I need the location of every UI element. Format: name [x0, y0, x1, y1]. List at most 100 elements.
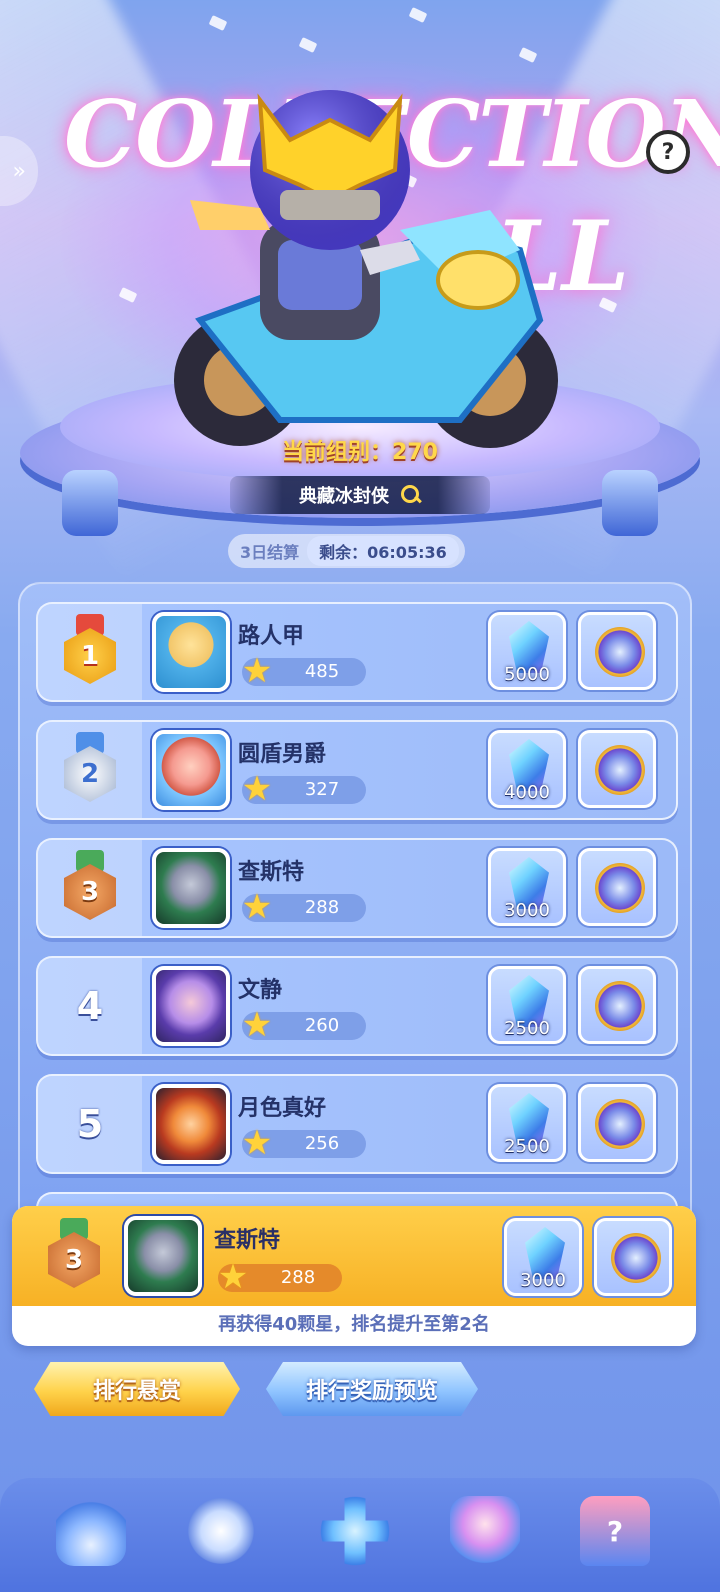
- nav-item-whistle[interactable]: [176, 1486, 266, 1576]
- frame-reward[interactable]: [578, 848, 656, 926]
- frame-reward[interactable]: [578, 730, 656, 808]
- gem-reward[interactable]: 4000: [488, 730, 566, 808]
- star-count: ★ 260: [242, 1006, 366, 1044]
- confetti: [298, 37, 318, 53]
- avatar[interactable]: [152, 1084, 230, 1164]
- star-icon: ★: [241, 651, 273, 691]
- avatar-frame-icon: [595, 863, 645, 913]
- player-name: 月色真好: [238, 1096, 327, 1121]
- rank-cell: 3: [38, 840, 142, 936]
- star-count: ★ 288: [242, 888, 366, 926]
- frame-reward[interactable]: [594, 1218, 672, 1296]
- rank-number: 4: [76, 984, 104, 1028]
- ranking-row[interactable]: 4 文静 ★ 260 2500: [36, 956, 678, 1056]
- nav-item-ranking[interactable]: [46, 1486, 136, 1576]
- confetti: [408, 7, 428, 23]
- stage-lamp-left: [62, 470, 118, 536]
- my-star-count: ★ 288: [218, 1258, 342, 1296]
- star-icon: ★: [241, 1123, 273, 1163]
- star-icon: ★: [241, 1005, 273, 1045]
- rank-up-hint: 再获得40颗星，排名提升至第2名: [218, 1314, 490, 1335]
- ranking-row[interactable]: 1 路人甲 ★ 485 5000: [36, 602, 678, 702]
- bronze-medal-icon: 3: [60, 850, 120, 926]
- gold-medal-icon: 1: [60, 614, 120, 690]
- group-label: 当前组别：270: [282, 440, 438, 465]
- avatar[interactable]: [152, 612, 230, 692]
- gem-reward-qty: 4000: [504, 782, 550, 803]
- rank-cell: 3: [34, 1216, 114, 1296]
- trophy-icon: [450, 1496, 520, 1566]
- stage-lamp-right: [602, 470, 658, 536]
- rank-bounty-button[interactable]: 排行悬赏: [34, 1362, 240, 1416]
- gem-reward-qty: 3000: [520, 1270, 566, 1291]
- star-count: ★ 327: [242, 770, 366, 808]
- star-value: 327: [304, 779, 340, 800]
- rank-cell: 4: [38, 958, 142, 1054]
- rank-cell: 2: [38, 722, 142, 818]
- star-value: 256: [304, 1133, 340, 1154]
- gem-reward-qty: 5000: [504, 664, 550, 685]
- star-count: ★ 485: [242, 652, 366, 690]
- rank-cell: 1: [38, 604, 142, 700]
- avatar[interactable]: [152, 848, 230, 928]
- rank-number: 5: [76, 1102, 104, 1146]
- frame-reward[interactable]: [578, 612, 656, 690]
- character-name: 典藏冰封侠: [299, 486, 389, 507]
- bronze-medal-icon: 3: [44, 1218, 104, 1294]
- star-icon: ★: [217, 1257, 249, 1297]
- avatar-frame-icon: [611, 1233, 661, 1283]
- gem-reward[interactable]: 2500: [488, 1084, 566, 1162]
- frame-reward[interactable]: [578, 966, 656, 1044]
- bottom-nav: ?: [0, 1478, 720, 1592]
- star-value: 485: [304, 661, 340, 682]
- gem-reward-qty: 3000: [504, 900, 550, 921]
- star-icon: ★: [241, 887, 273, 927]
- whistle-icon: [186, 1496, 256, 1566]
- gem-reward[interactable]: 5000: [488, 612, 566, 690]
- dpad-icon: [320, 1496, 390, 1566]
- my-avatar[interactable]: [124, 1216, 202, 1296]
- help-button[interactable]: ?: [646, 130, 690, 174]
- gem-reward[interactable]: 3000: [504, 1218, 582, 1296]
- character-name-bar[interactable]: 典藏冰封侠: [230, 476, 490, 514]
- nav-item-trophy[interactable]: [440, 1486, 530, 1576]
- ranking-row[interactable]: 3 查斯特 ★ 288 3000: [36, 838, 678, 938]
- frame-reward[interactable]: [578, 1084, 656, 1162]
- avatar[interactable]: [152, 730, 230, 810]
- player-name: 圆盾男爵: [238, 742, 327, 767]
- star-icon: ★: [241, 769, 273, 809]
- avatar-frame-icon: [595, 1099, 645, 1149]
- gem-reward[interactable]: 2500: [488, 966, 566, 1044]
- settlement-cycle: 3日结算: [240, 543, 300, 562]
- reward-preview-button[interactable]: 排行奖励预览: [266, 1362, 478, 1416]
- player-name: 文静: [238, 978, 283, 1003]
- search-icon[interactable]: [401, 485, 421, 505]
- star-value: 260: [304, 1015, 340, 1036]
- trophy-arrow-icon: [56, 1496, 126, 1566]
- gem-reward-qty: 2500: [504, 1136, 550, 1157]
- player-name: 查斯特: [238, 860, 305, 885]
- player-name: 路人甲: [238, 624, 305, 649]
- avatar-frame-icon: [595, 627, 645, 677]
- nav-item-game[interactable]: [310, 1486, 400, 1576]
- my-rank-row[interactable]: 3 查斯特 ★ 288 3000 再获得40颗星，排名提升至第2名: [12, 1206, 696, 1346]
- ranking-row[interactable]: 2 圆盾男爵 ★ 327 4000: [36, 720, 678, 820]
- ranking-row[interactable]: 5 月色真好 ★ 256 2500: [36, 1074, 678, 1174]
- star-value: 288: [304, 897, 340, 918]
- hero-banner: COLLECTION ALL » ?: [0, 0, 720, 600]
- confetti: [208, 15, 228, 31]
- star-count: ★ 256: [242, 1124, 366, 1162]
- star-value: 288: [280, 1267, 316, 1288]
- rank-cell: 5: [38, 1076, 142, 1172]
- avatar-frame-icon: [595, 981, 645, 1031]
- ranking-list[interactable]: 1 路人甲 ★ 485 5000 2 圆盾男爵 ★ 327 4000 3 查斯特…: [18, 582, 692, 1242]
- avatar[interactable]: [152, 966, 230, 1046]
- my-name: 查斯特: [214, 1228, 281, 1253]
- chevron-right-icon: »: [12, 158, 26, 184]
- gem-reward[interactable]: 3000: [488, 848, 566, 926]
- remaining-time: 剩余：06:05:36: [307, 536, 459, 566]
- avatar-frame-icon: [595, 745, 645, 795]
- character-rider-image[interactable]: [160, 80, 580, 480]
- settlement-timer: 3日结算 剩余：06:05:36: [228, 534, 465, 568]
- nav-item-lottery[interactable]: ?: [570, 1486, 660, 1576]
